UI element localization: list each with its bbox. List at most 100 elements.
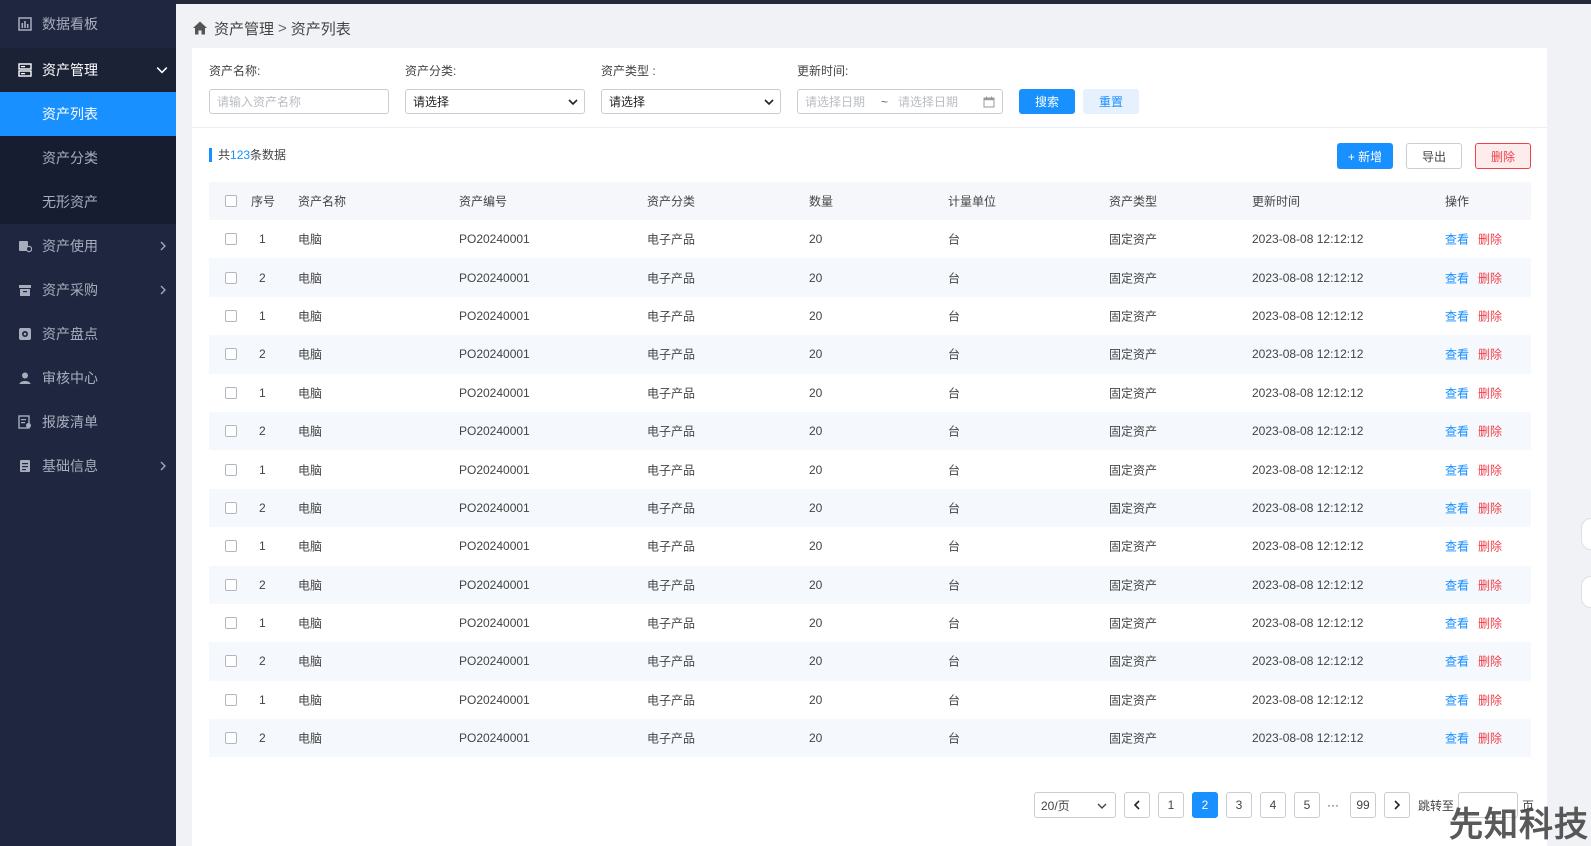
delete-link[interactable]: 删除 [1478, 425, 1502, 439]
asset-category-select[interactable]: 请选择 [405, 89, 585, 114]
document-icon [18, 459, 32, 473]
sidebar-item-scrap-list[interactable]: 报废清单 [0, 400, 176, 444]
cell-asset-category: 电子产品 [647, 654, 696, 669]
delete-link[interactable]: 删除 [1478, 617, 1502, 631]
view-link[interactable]: 查看 [1445, 501, 1469, 515]
view-link[interactable]: 查看 [1445, 463, 1469, 477]
delete-link[interactable]: 删除 [1478, 233, 1502, 247]
view-link[interactable]: 查看 [1445, 732, 1469, 746]
add-button[interactable]: + 新增 [1337, 143, 1393, 169]
floating-side-tab[interactable] [1581, 518, 1591, 550]
cell-asset-code: PO20240001 [459, 232, 530, 247]
breadcrumb-current: 资产列表 [290, 20, 351, 38]
date-range-picker[interactable]: 请选择日期 ~ 请选择日期 [797, 89, 1003, 114]
date-end-input[interactable]: 请选择日期 [898, 93, 958, 110]
filter-asset-type: 资产类型 : 请选择 [601, 64, 781, 114]
sidebar-item-review-center[interactable]: 审核中心 [0, 356, 176, 400]
view-link[interactable]: 查看 [1445, 540, 1469, 554]
page-button[interactable]: 1 [1158, 792, 1184, 818]
view-link[interactable]: 查看 [1445, 309, 1469, 323]
view-link[interactable]: 查看 [1445, 233, 1469, 247]
row-checkbox[interactable] [225, 233, 237, 246]
delete-link[interactable]: 删除 [1478, 463, 1502, 477]
calendar-icon [983, 96, 995, 108]
prev-page-button[interactable] [1124, 792, 1150, 818]
asset-name-input[interactable]: 请输入资产名称 [209, 89, 389, 114]
row-checkbox[interactable] [225, 271, 237, 284]
row-checkbox[interactable] [225, 463, 237, 476]
delete-link[interactable]: 删除 [1478, 655, 1502, 669]
export-button[interactable]: 导出 [1406, 143, 1462, 169]
chevron-right-icon [160, 285, 166, 295]
cell-unit: 台 [948, 309, 961, 324]
row-checkbox[interactable] [225, 425, 237, 438]
delete-link[interactable]: 删除 [1478, 309, 1502, 323]
row-checkbox[interactable] [225, 578, 237, 591]
row-checkbox[interactable] [225, 540, 237, 553]
sidebar-item-asset-use[interactable]: 资产使用 [0, 224, 176, 268]
view-link[interactable]: 查看 [1445, 578, 1469, 592]
table-row: 2 电脑 PO20240001 电子产品 20 台 固定资产 2023-08-08 12:12… [209, 258, 1531, 297]
sidebar-item-asset-purchase[interactable]: 资产采购 [0, 268, 176, 312]
row-checkbox[interactable] [225, 309, 237, 322]
page-button[interactable]: 5 [1294, 792, 1320, 818]
page-button[interactable]: 3 [1226, 792, 1252, 818]
sidebar-subitem-asset-list[interactable]: 资产列表 [0, 92, 176, 136]
cell-asset-code: PO20240001 [459, 539, 530, 554]
select-all-checkbox[interactable] [225, 195, 237, 207]
cell-quantity: 20 [809, 654, 823, 669]
delete-link[interactable]: 删除 [1478, 348, 1502, 362]
row-actions: 查看 删除 [1445, 730, 1502, 747]
view-link[interactable]: 查看 [1445, 617, 1469, 631]
table-body: 1 电脑 PO20240001 电子产品 20 台固定资产 2023-08-08 12:12… [209, 220, 1531, 758]
page-size-select[interactable]: 20/页 [1034, 792, 1116, 818]
content-card: 资产名称: 请输入资产名称 资产分类: 请选择 资产类型 : 请选择 更新时间: [192, 48, 1547, 846]
cell-update-time: 2023-08-08 12:12:12 [1252, 347, 1364, 362]
delete-link[interactable]: 删除 [1478, 271, 1502, 285]
view-link[interactable]: 查看 [1445, 655, 1469, 669]
date-start-input[interactable]: 请选择日期 [805, 93, 865, 110]
row-checkbox[interactable] [225, 617, 237, 630]
sidebar-item-label: 资产管理 [42, 62, 98, 78]
cell-asset-code: PO20240001 [459, 385, 530, 400]
delete-link[interactable]: 删除 [1478, 732, 1502, 746]
delete-link[interactable]: 删除 [1478, 540, 1502, 554]
view-link[interactable]: 查看 [1445, 386, 1469, 400]
page-button-last[interactable]: 99 [1350, 792, 1376, 818]
cell-row-index: 2 [259, 577, 266, 592]
view-link[interactable]: 查看 [1445, 348, 1469, 362]
cell-update-time: 2023-08-08 12:12:12 [1252, 692, 1364, 707]
sidebar-item-basic-info[interactable]: 基础信息 [0, 444, 176, 488]
sidebar-item-asset-inventory[interactable]: 资产盘点 [0, 312, 176, 356]
row-checkbox[interactable] [225, 386, 237, 399]
sidebar-subitem-asset-category[interactable]: 资产分类 [0, 136, 176, 180]
row-checkbox[interactable] [225, 732, 237, 745]
next-page-button[interactable] [1384, 792, 1410, 818]
floating-side-tab[interactable] [1581, 576, 1591, 608]
chevron-right-icon [1394, 800, 1401, 810]
view-link[interactable]: 查看 [1445, 425, 1469, 439]
sidebar-item-dashboard[interactable]: 数据看板 [0, 0, 176, 48]
page-button-current[interactable]: 2 [1192, 792, 1218, 818]
cell-unit: 台 [948, 693, 961, 708]
cell-asset-type: 固定资产 [1109, 616, 1158, 631]
delete-link[interactable]: 删除 [1478, 386, 1502, 400]
row-checkbox[interactable] [225, 655, 237, 668]
view-link[interactable]: 查看 [1445, 271, 1469, 285]
row-checkbox[interactable] [225, 693, 237, 706]
sidebar-subitem-intangible-assets[interactable]: 无形资产 [0, 180, 176, 224]
page-button[interactable]: 4 [1260, 792, 1286, 818]
row-checkbox[interactable] [225, 348, 237, 361]
asset-type-select[interactable]: 请选择 [601, 89, 781, 114]
sidebar-item-asset-management[interactable]: 资产管理 [0, 48, 176, 92]
delete-link[interactable]: 删除 [1478, 501, 1502, 515]
search-button[interactable]: 搜索 [1019, 89, 1075, 114]
row-checkbox[interactable] [225, 501, 237, 514]
delete-link[interactable]: 删除 [1478, 578, 1502, 592]
reset-button[interactable]: 重置 [1083, 89, 1139, 114]
view-link[interactable]: 查看 [1445, 693, 1469, 707]
page-ellipsis[interactable]: ··· [1324, 792, 1342, 818]
breadcrumb-item[interactable]: 资产管理 [214, 18, 274, 39]
delete-link[interactable]: 删除 [1478, 693, 1502, 707]
bulk-delete-button[interactable]: 删除 [1475, 143, 1531, 169]
